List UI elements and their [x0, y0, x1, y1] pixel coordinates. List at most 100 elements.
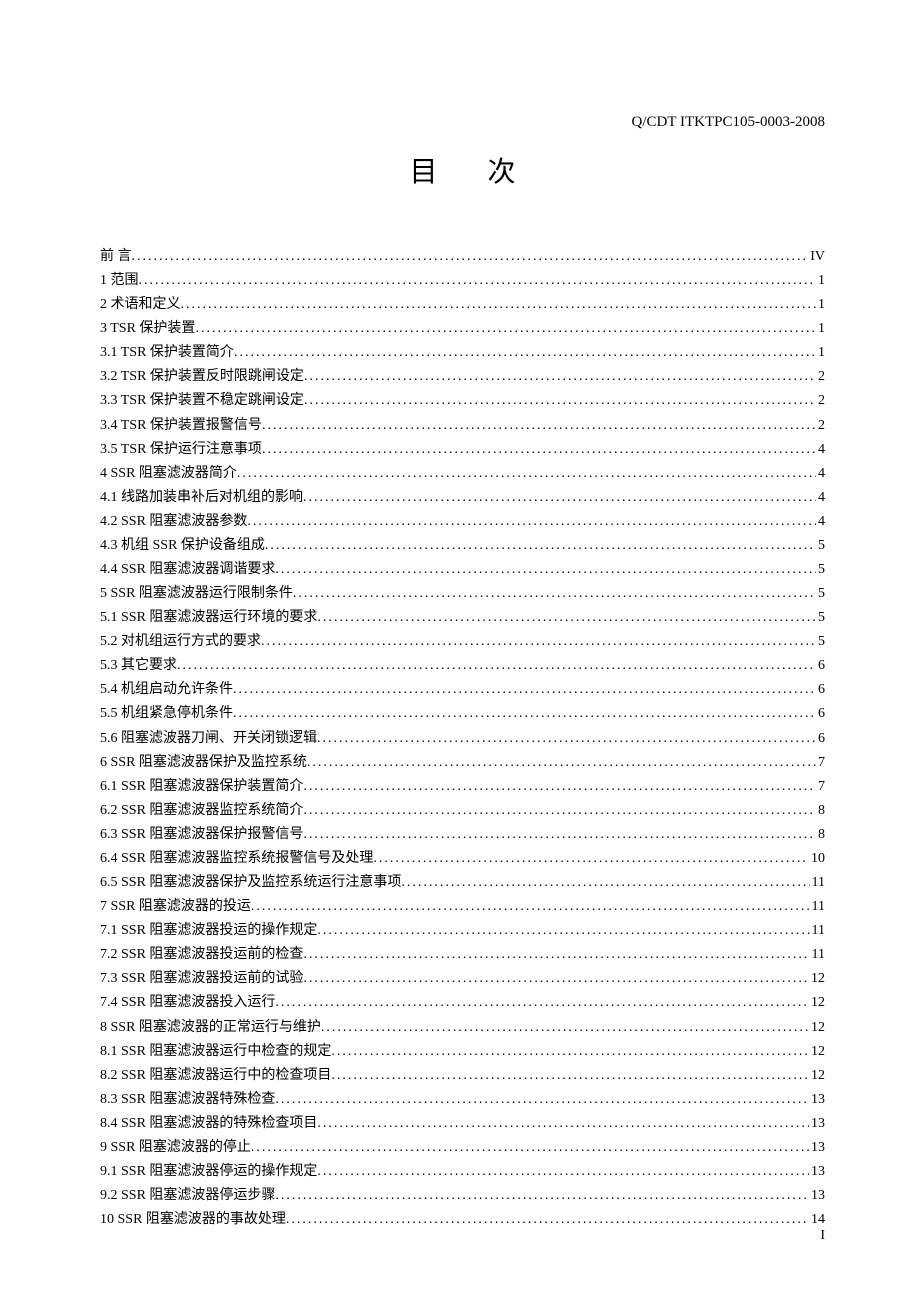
toc-entry-label: 9 SSR 阻塞滤波器的停止 [100, 1136, 251, 1160]
toc-entry: 9.1 SSR 阻塞滤波器停运的操作规定 13 [100, 1160, 825, 1184]
toc-entry-page: 1 [816, 341, 825, 365]
toc-leader-dots [401, 871, 809, 895]
toc-entry-page: 11 [810, 919, 825, 943]
toc-leader-dots [265, 534, 816, 558]
toc-leader-dots [303, 967, 809, 991]
toc-entry-page: 8 [816, 799, 825, 823]
toc-entry-label: 9.2 SSR 阻塞滤波器停运步骤 [100, 1184, 275, 1208]
toc-leader-dots [286, 1208, 809, 1232]
toc-entry-page: 12 [809, 967, 825, 991]
toc-entry: 7.2 SSR 阻塞滤波器投运前的检查11 [100, 943, 825, 967]
toc-entry: 1 范围1 [100, 269, 825, 293]
toc-leader-dots [275, 1088, 809, 1112]
toc-entry-page: 4 [816, 438, 825, 462]
toc-entry: 2 术语和定义1 [100, 293, 825, 317]
toc-leader-dots [303, 486, 816, 510]
toc-leader-dots [331, 1040, 809, 1064]
toc-entry-page: 5 [816, 534, 825, 558]
toc-entry-page: 12 [809, 991, 825, 1015]
toc-entry-page: 4 [816, 510, 825, 534]
toc-leader-dots [251, 895, 810, 919]
toc-entry: 5.2 对机组运行方式的要求5 [100, 630, 825, 654]
toc-leader-dots [304, 365, 816, 389]
toc-entry: 6.1 SSR 阻塞滤波器保护装置简介 7 [100, 775, 825, 799]
toc-leader-dots [262, 438, 816, 462]
toc-entry: 6.5 SSR 阻塞滤波器保护及监控系统运行注意事项11 [100, 871, 825, 895]
toc-entry-label: 5.5 机组紧急停机条件 [100, 702, 233, 726]
toc-entry-page: 4 [816, 486, 825, 510]
toc-leader-dots [304, 389, 816, 413]
toc-leader-dots [317, 606, 816, 630]
toc-leader-dots [317, 727, 816, 751]
toc-entry-page: 13 [809, 1136, 825, 1160]
toc-leader-dots [303, 943, 809, 967]
toc-entry-page: 13 [809, 1088, 825, 1112]
toc-entry-page: 12 [809, 1040, 825, 1064]
toc-entry-label: 8.4 SSR 阻塞滤波器的特殊检查项目 [100, 1112, 317, 1136]
toc-leader-dots [262, 414, 816, 438]
toc-entry-page: 2 [816, 414, 825, 438]
toc-entry-page: 8 [816, 823, 825, 847]
toc-entry: 6.4 SSR 阻塞滤波器监控系统报警信号及处理10 [100, 847, 825, 871]
toc-leader-dots [331, 1064, 809, 1088]
toc-entry-page: 11 [810, 895, 825, 919]
toc-leader-dots [373, 847, 809, 871]
toc-leader-dots [321, 1016, 809, 1040]
toc-entry-page: 13 [809, 1112, 825, 1136]
toc-entry-page: 4 [816, 462, 825, 486]
toc-entry-page: 7 [816, 751, 825, 775]
toc-entry-label: 6 SSR 阻塞滤波器保护及监控系统 [100, 751, 307, 775]
toc-entry-page: 13 [809, 1160, 825, 1184]
toc-entry: 7.1 SSR 阻塞滤波器投运的操作规定 11 [100, 919, 825, 943]
toc-entry: 4.3 机组 SSR 保护设备组成 5 [100, 534, 825, 558]
toc-leader-dots [132, 245, 809, 269]
toc-entry-page: 7 [816, 775, 825, 799]
toc-entry: 8.2 SSR 阻塞滤波器运行中的检查项目12 [100, 1064, 825, 1088]
toc-entry: 5.3 其它要求6 [100, 654, 825, 678]
toc-entry: 4 SSR 阻塞滤波器简介4 [100, 462, 825, 486]
toc-entry-page: 2 [816, 365, 825, 389]
toc-entry: 8.1 SSR 阻塞滤波器运行中检查的规定 12 [100, 1040, 825, 1064]
toc-entry-page: 1 [816, 317, 825, 341]
toc-entry-label: 4.1 线路加装串补后对机组的影响 [100, 486, 303, 510]
toc-entry-page: 5 [816, 630, 825, 654]
toc-entry-label: 3.5 TSR 保护运行注意事项 [100, 438, 262, 462]
document-code: Q/CDT ITKTPC105-0003-2008 [632, 114, 825, 131]
toc-entry-page: 11 [810, 871, 825, 895]
toc-entry-label: 3.2 TSR 保护装置反时限跳闸设定 [100, 365, 304, 389]
toc-entry-label: 7.1 SSR 阻塞滤波器投运的操作规定 [100, 919, 317, 943]
toc-entry-page: 11 [810, 943, 825, 967]
toc-entry: 5.4 机组启动允许条件6 [100, 678, 825, 702]
toc-entry: 7.3 SSR 阻塞滤波器投运前的试验12 [100, 967, 825, 991]
toc-entry-page: 2 [816, 389, 825, 413]
toc-entry-page: 6 [816, 678, 825, 702]
toc-entry: 3.2 TSR 保护装置反时限跳闸设定 2 [100, 365, 825, 389]
toc-leader-dots [275, 1184, 809, 1208]
toc-entry-label: 5.6 阻塞滤波器刀闸、开关闭锁逻辑 [100, 727, 317, 751]
toc-leader-dots [233, 702, 816, 726]
toc-leader-dots [237, 462, 816, 486]
toc-entry: 6.3 SSR 阻塞滤波器保护报警信号8 [100, 823, 825, 847]
toc-entry: 6 SSR 阻塞滤波器保护及监控系统 7 [100, 751, 825, 775]
toc-entry-label: 4.3 机组 SSR 保护设备组成 [100, 534, 265, 558]
toc-entry-label: 5.3 其它要求 [100, 654, 177, 678]
toc-entry-label: 3.4 TSR 保护装置报警信号 [100, 414, 262, 438]
toc-entry: 3.1 TSR 保护装置简介 1 [100, 341, 825, 365]
toc-leader-dots [181, 293, 817, 317]
toc-leader-dots [234, 341, 816, 365]
toc-entry-label: 9.1 SSR 阻塞滤波器停运的操作规定 [100, 1160, 317, 1184]
toc-entry: 10 SSR 阻塞滤波器的事故处理14 [100, 1208, 825, 1232]
toc-entry: 3.5 TSR 保护运行注意事项 4 [100, 438, 825, 462]
toc-entry: 4.2 SSR 阻塞滤波器参数4 [100, 510, 825, 534]
toc-leader-dots [317, 1160, 809, 1184]
toc-entry: 8.4 SSR 阻塞滤波器的特殊检查项目 13 [100, 1112, 825, 1136]
toc-leader-dots [247, 510, 816, 534]
toc-entry: 4.1 线路加装串补后对机组的影响 4 [100, 486, 825, 510]
toc-entry-label: 6.1 SSR 阻塞滤波器保护装置简介 [100, 775, 303, 799]
toc-leader-dots [293, 582, 816, 606]
toc-leader-dots [261, 630, 816, 654]
toc-entry-page: 6 [816, 702, 825, 726]
toc-entry-label: 8.1 SSR 阻塞滤波器运行中检查的规定 [100, 1040, 331, 1064]
toc-entry-label: 3.1 TSR 保护装置简介 [100, 341, 234, 365]
table-of-contents: 前 言IV1 范围12 术语和定义13 TSR 保护装置13.1 TSR 保护装… [100, 245, 825, 1232]
